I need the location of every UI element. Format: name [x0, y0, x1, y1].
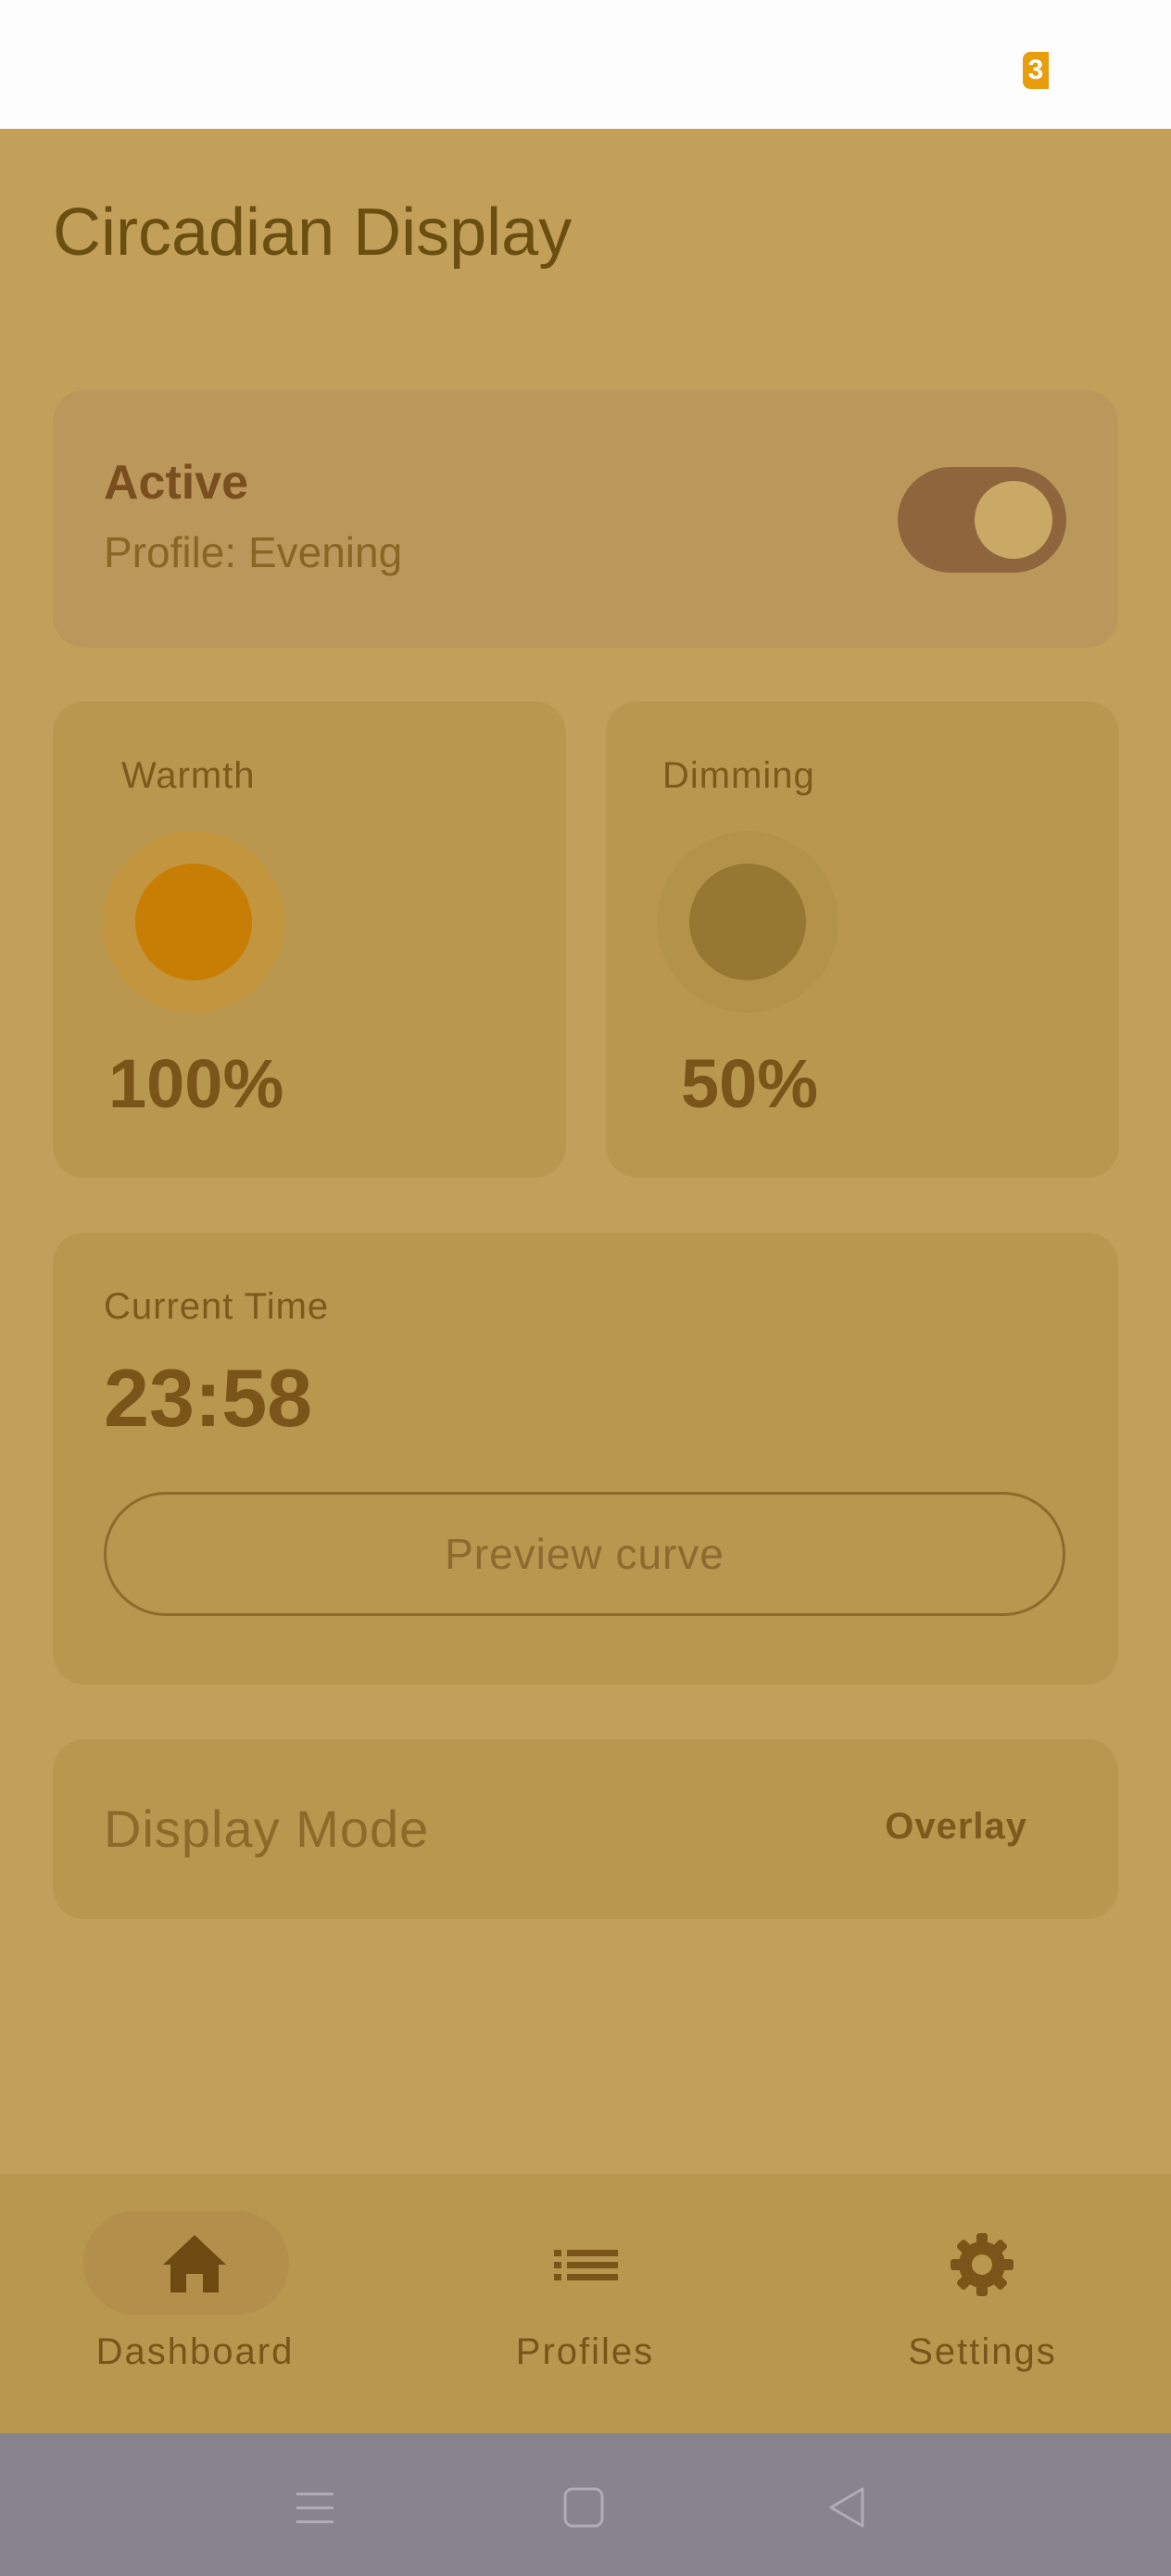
- nav-label-profiles: Profiles: [515, 2331, 655, 2372]
- current-time-label: Current Time: [104, 1286, 330, 1327]
- display-mode-value: Overlay: [885, 1806, 1027, 1847]
- preview-curve-button[interactable]: Preview curve: [104, 1492, 1065, 1616]
- battery-icon: 3: [1023, 52, 1049, 89]
- current-time-value: 23:58: [104, 1352, 313, 1444]
- page-title: Circadian Display: [53, 196, 573, 270]
- dimming-dot-icon: [689, 864, 806, 980]
- dimming-card[interactable]: Dimming 50%: [606, 701, 1119, 1178]
- warmth-dial: [103, 831, 284, 1013]
- nav-item-profiles[interactable]: Profiles: [390, 2174, 780, 2433]
- active-card: Active Profile: Evening: [53, 390, 1118, 648]
- warmth-dot-icon: [135, 864, 252, 980]
- dimming-value: 50%: [681, 1045, 819, 1122]
- dimming-dial: [657, 831, 838, 1013]
- warmth-label: Warmth: [121, 755, 256, 796]
- current-time-card: Current Time 23:58 Preview curve: [53, 1232, 1118, 1685]
- nav-label-dashboard: Dashboard: [95, 2331, 295, 2372]
- display-mode-label: Display Mode: [104, 1799, 430, 1858]
- warmth-card[interactable]: Warmth 100%: [53, 701, 566, 1178]
- system-navigation-bar: [0, 2433, 1171, 2576]
- nav-label-settings: Settings: [908, 2331, 1057, 2372]
- bottom-navigation: Dashboard Profiles Settings: [0, 2174, 1171, 2433]
- home-square-icon[interactable]: [556, 2480, 611, 2535]
- menu-icon[interactable]: [287, 2480, 343, 2535]
- active-status-title: Active: [104, 456, 249, 510]
- nav-item-settings[interactable]: Settings: [787, 2174, 1171, 2433]
- nav-item-dashboard[interactable]: Dashboard: [0, 2174, 390, 2433]
- toggle-thumb: [975, 481, 1052, 559]
- list-icon: [554, 2250, 618, 2280]
- status-bar: 3: [0, 0, 1171, 129]
- active-profile-label: Profile: Evening: [104, 528, 403, 576]
- active-toggle[interactable]: [898, 467, 1066, 573]
- gear-icon: [951, 2233, 1014, 2296]
- dimming-label: Dimming: [662, 755, 815, 796]
- home-icon: [163, 2235, 226, 2292]
- display-mode-row[interactable]: Display Mode Overlay: [53, 1739, 1118, 1919]
- warmth-value: 100%: [108, 1045, 284, 1122]
- back-triangle-icon[interactable]: [820, 2480, 875, 2535]
